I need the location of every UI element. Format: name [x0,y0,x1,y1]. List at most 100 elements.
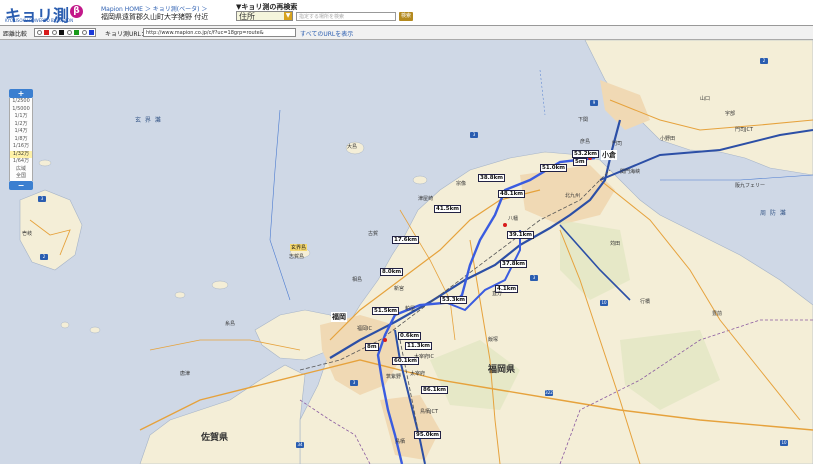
distance-label: 86.1km [421,386,448,394]
place-genkai-island: 玄界島 [290,244,308,251]
route-shield: 322 [545,390,553,396]
place-yahata: 八幡 [508,216,519,222]
place-genkai-sea: 玄 界 灘 [135,117,162,124]
place-kasuya: 粕屋 [405,306,416,312]
search-input[interactable]: 指定する場所を検索 [296,12,396,21]
place-tosu: 鳥栖 [395,439,406,445]
distance-label: 11.3km [405,342,432,350]
toolbar: 距離比較 キョリ測URL： http://www.mapion.co.jp/c/… [0,26,813,40]
place-itoshima: 糸島 [225,321,236,327]
place-suonada: 周 防 灘 [760,210,787,217]
zoom-level-3[interactable]: 1/2万 [9,120,33,128]
place-munakata: 宗像 [456,181,467,187]
place-kitakyushu: 北九州 [565,193,581,199]
place-tosu-jct: 鳥栖JCT [420,409,439,415]
zoom-level-9[interactable]: 広域 [9,165,33,173]
route-shield: 3 [350,380,358,386]
zoom-level-10[interactable]: 全国 [9,173,33,181]
color-radio-red[interactable] [37,30,42,35]
place-ainoshima: 相島 [352,277,363,283]
zoom-level-1[interactable]: 1/5000 [9,105,33,113]
distance-label: 51.5km [372,307,399,315]
zoom-level-5[interactable]: 1/8万 [9,135,33,143]
route-shield: 2 [760,58,768,64]
place-fukuoka: 福岡 [331,312,347,322]
map-svg [0,40,813,464]
swatch-black [59,30,64,35]
place-karatsu: 唐津 [180,371,191,377]
color-radio-green[interactable] [67,30,72,35]
color-radio-blue[interactable] [52,30,57,35]
search-type-value: 住所 [239,12,255,21]
zoom-control[interactable]: + 1/2500 1/5000 1/1万 1/2万 1/4万 1/8万 1/16… [9,89,33,190]
ruler-label: 距離比較 [3,31,28,38]
place-kammon-jct: 門司JCT [735,127,754,133]
route-shield: 9 [590,100,598,106]
distance-label: 0.6km [398,332,422,340]
place-kanmon-strait: 関門海峡 [620,169,641,175]
line-color-picker[interactable] [34,28,96,37]
map-canvas[interactable]: + 1/2500 1/5000 1/1万 1/2万 1/4万 1/8万 1/16… [0,40,813,464]
distance-label: 39.1km [507,231,534,239]
place-tsuyazaki: 津屋崎 [418,196,434,202]
url-label: キョリ測URL： [105,31,147,38]
kyorisoku-logo[interactable]: キョリ測 β KYORISOKU POWERED BY MAPION [3,2,95,25]
route-shield: 3 [470,132,478,138]
place-buzen: 豊前 [712,311,723,317]
swatch-green [74,30,79,35]
distance-label: 5m [573,158,587,166]
place-yamaguchi: 山口 [700,96,711,102]
zoom-level-2[interactable]: 1/1万 [9,113,33,121]
distance-label: 53.2km [572,150,599,158]
distance-label: 8.0km [380,268,404,276]
distance-label: 41.5km [434,205,461,213]
url-field[interactable]: http://www.mapion.co.jp/c/f?uc=18grp=rou… [143,28,296,37]
swatch-blue [89,30,94,35]
place-oshima: 大島 [347,144,358,150]
search-button[interactable]: 検索 [399,12,413,21]
current-address: 福岡県遠賀郡久山町大字猪野 付近 [101,13,209,21]
zoom-out-button[interactable]: − [9,180,33,190]
place-iizuka: 飯塚 [488,337,499,343]
place-dazaifu: 太宰府 [410,371,426,377]
search-type-select[interactable]: 住所 ▼ [236,11,293,21]
place-moji: 門司 [612,141,623,147]
distance-label: 51.0km [540,164,567,172]
zoom-level-4[interactable]: 1/4万 [9,128,33,136]
color-radio-black[interactable] [82,30,87,35]
zoom-level-0[interactable]: 1/2500 [9,98,33,106]
zoom-level-8[interactable]: 1/64万 [9,158,33,166]
place-iki: 壱岐 [22,231,33,237]
place-hikoshima: 彦島 [580,139,591,145]
place-chikushino: 筑紫野 [386,374,402,380]
beta-badge: β [70,5,83,18]
route-shield: 3 [38,196,46,202]
route-shield: 2 [40,254,48,260]
place-dazaifu-ic: 太宰府IC [414,354,434,360]
place-nogata: 直方 [492,291,503,297]
place-ube: 宇部 [725,111,736,117]
place-onoda: 小野田 [660,136,676,142]
route-shield: 10 [780,440,788,446]
show-all-url-link[interactable]: すべてのURLを表示 [300,29,353,38]
zoom-in-button[interactable]: + [9,89,33,98]
place-ferry: 阪九フェリー [735,183,766,189]
zoom-level-7[interactable]: 1/32万 [9,150,33,158]
distance-label: 37.8km [500,260,527,268]
chevron-down-icon: ▼ [284,12,292,20]
swatch-red [44,30,49,35]
logo-subtitle: KYORISOKU POWERED BY MAPION [5,18,74,23]
place-shingu: 新宮 [394,286,405,292]
route-shield: 34 [296,442,304,448]
distance-label: 38.8km [478,174,505,182]
distance-label: 17.6km [392,236,419,244]
route-shield: 10 [600,300,608,306]
header: キョリ測 β KYORISOKU POWERED BY MAPION Mapio… [0,0,813,25]
route-shield: 3 [530,275,538,281]
zoom-level-6[interactable]: 1/16万 [9,143,33,151]
place-saga-pref: 佐賀県 [201,433,229,443]
place-fukuoka-pref: 福岡県 [488,365,516,375]
place-shimonoseki: 下関 [578,117,589,123]
distance-label: 95.0km [414,431,441,439]
place-shikanoshima: 志賀島 [289,254,305,260]
